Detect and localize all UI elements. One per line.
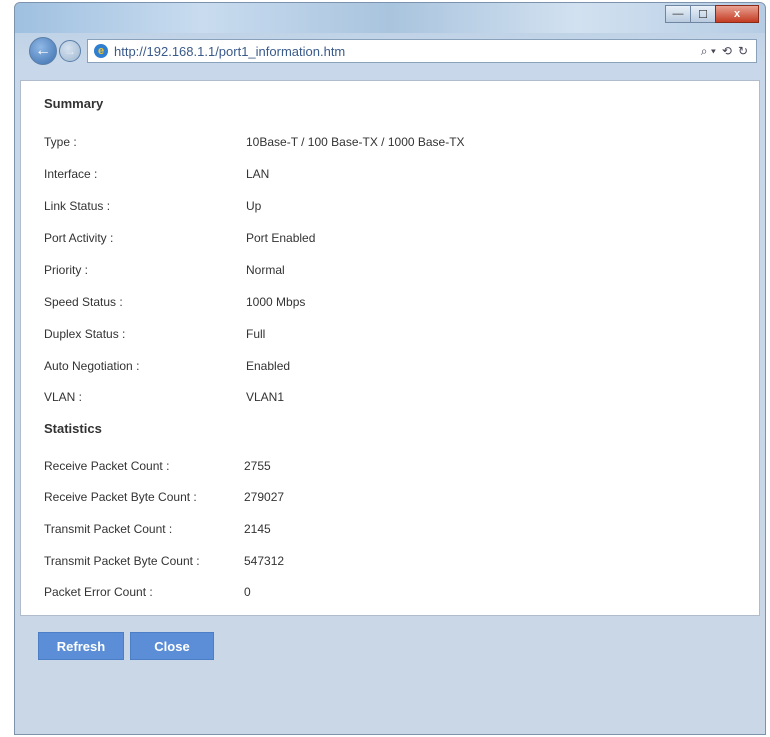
link-status-value: Up xyxy=(246,199,262,213)
minimize-button[interactable]: — xyxy=(665,5,691,23)
title-bar: — ☐ x xyxy=(15,3,765,33)
transmit-packet-count-label: Transmit Packet Count : xyxy=(44,522,173,536)
auto-negotiation-value: Enabled xyxy=(246,359,291,373)
duplex-status-label: Duplex Status : xyxy=(44,327,126,341)
packet-error-count-label: Packet Error Count : xyxy=(44,585,153,599)
close-window-button[interactable]: x xyxy=(715,5,759,23)
port-activity-label: Port Activity : xyxy=(44,231,114,245)
port-activity-value: Port Enabled xyxy=(246,231,316,245)
ie-logo-icon: e xyxy=(94,44,108,58)
receive-packet-count-value: 2755 xyxy=(244,459,271,473)
speed-status-value: 1000 Mbps xyxy=(246,295,306,309)
type-value: 10Base-T / 100 Base-TX / 1000 Base-TX xyxy=(246,135,465,149)
refresh-button[interactable]: Refresh xyxy=(38,632,124,660)
vlan-value: VLAN1 xyxy=(246,390,285,404)
speed-status-label: Speed Status : xyxy=(44,295,123,309)
refresh-icon[interactable]: ↻ xyxy=(738,44,748,59)
summary-heading: Summary xyxy=(44,96,104,111)
type-label: Type : xyxy=(44,135,77,149)
transmit-packet-byte-count-value: 547312 xyxy=(244,554,285,568)
link-status-label: Link Status : xyxy=(44,199,111,213)
interface-label: Interface : xyxy=(44,167,98,181)
vlan-label: VLAN : xyxy=(44,390,83,404)
packet-error-count-value: 0 xyxy=(244,585,251,599)
navigation-bar: ← → e http://192.168.1.1/port1_informati… xyxy=(15,33,765,69)
statistics-heading: Statistics xyxy=(44,421,102,436)
receive-packet-byte-count-label: Receive Packet Byte Count : xyxy=(44,490,197,504)
duplex-status-value: Full xyxy=(246,327,266,341)
arrow-left-icon: ← xyxy=(35,42,51,59)
priority-label: Priority : xyxy=(44,263,89,277)
auto-negotiation-label: Auto Negotiation : xyxy=(44,359,140,373)
receive-packet-byte-count-value: 279027 xyxy=(244,490,285,504)
maximize-button[interactable]: ☐ xyxy=(690,5,716,23)
receive-packet-count-label: Receive Packet Count : xyxy=(44,459,170,473)
interface-value: LAN xyxy=(246,167,270,181)
transmit-packet-count-value: 2145 xyxy=(244,522,271,536)
compat-view-icon[interactable]: ⟲ xyxy=(722,44,732,59)
window-controls: — ☐ x xyxy=(665,5,759,23)
priority-value: Normal xyxy=(246,263,285,277)
url-text[interactable]: http://192.168.1.1/port1_information.htm xyxy=(114,44,701,59)
close-button[interactable]: Close xyxy=(130,632,214,660)
arrow-right-icon: → xyxy=(64,44,76,58)
back-button[interactable]: ← xyxy=(29,37,57,65)
forward-button[interactable]: → xyxy=(59,40,81,62)
search-dropdown-icon[interactable]: ⌕ ▾ xyxy=(701,44,716,59)
transmit-packet-byte-count-label: Transmit Packet Byte Count : xyxy=(44,554,200,568)
address-bar[interactable]: e http://192.168.1.1/port1_information.h… xyxy=(87,39,757,63)
address-tools: ⌕ ▾ ⟲ ↻ xyxy=(701,44,748,59)
